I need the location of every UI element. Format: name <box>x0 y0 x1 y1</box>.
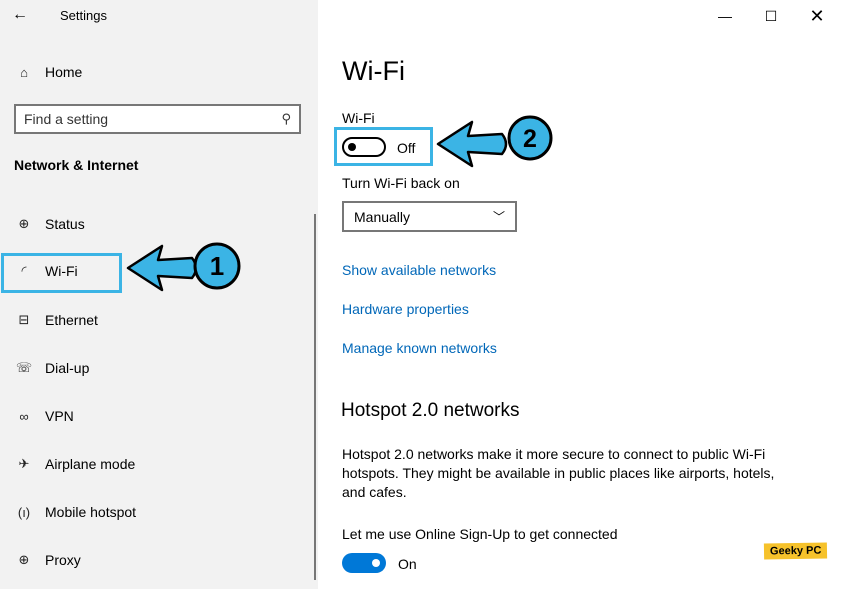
ethernet-icon: ⊟ <box>18 312 30 327</box>
globe-monitor-icon: ⊕ <box>18 216 30 231</box>
link-show-networks[interactable]: Show available networks <box>342 262 496 278</box>
highlight-box-toggle <box>334 127 433 166</box>
annotation-arrow-2: 2 <box>436 115 553 168</box>
hotspot-icon: (ı) <box>17 504 31 520</box>
back-arrow-icon[interactable]: ← <box>12 6 28 24</box>
sidebar-item-label: Proxy <box>45 552 81 568</box>
step-2-number: 2 <box>523 125 537 153</box>
sidebar-item-airplane-mode[interactable]: ✈ Airplane mode <box>14 452 136 476</box>
link-manage-networks[interactable]: Manage known networks <box>342 340 497 356</box>
step-1-number: 1 <box>210 251 224 281</box>
section-title: Network & Internet <box>14 157 139 173</box>
hotspot-description: Hotspot 2.0 networks make it more secure… <box>342 446 775 500</box>
page-title: Wi-Fi <box>342 56 405 86</box>
sidebar-item-label: Mobile hotspot <box>45 504 137 520</box>
globe-icon: ⊕ <box>18 552 30 567</box>
sidebar-item-label: Ethernet <box>45 312 98 328</box>
sidebar-item-label: VPN <box>45 408 74 424</box>
signup-toggle[interactable] <box>342 553 386 573</box>
dropdown-value: Manually <box>354 208 411 225</box>
search-input[interactable]: Find a setting ⚲ <box>14 104 301 134</box>
sidebar-item-label: Airplane mode <box>45 456 136 472</box>
airplane-icon: ✈ <box>18 456 30 471</box>
search-placeholder: Find a setting <box>24 111 109 127</box>
sidebar-item-home[interactable]: ⌂ Home <box>14 60 82 84</box>
sidebar-item-proxy[interactable]: ⊕ Proxy <box>14 548 81 572</box>
turn-back-dropdown[interactable]: Manually ﹀ <box>342 201 517 232</box>
signup-state: On <box>398 556 417 572</box>
annotation-arrow-1: 1 <box>126 242 241 292</box>
home-icon: ⌂ <box>20 64 28 80</box>
vpn-icon: ∞ <box>19 408 29 424</box>
sidebar-item-label: Dial-up <box>45 360 90 376</box>
watermark-logo: Geeky PC <box>763 542 828 560</box>
signup-label: Let me use Online Sign-Up to get connect… <box>342 526 618 542</box>
sidebar-item-label: Status <box>45 216 85 232</box>
home-label: Home <box>45 64 83 80</box>
search-icon: ⚲ <box>281 111 291 126</box>
phone-icon: ☏ <box>15 360 33 375</box>
wifi-label: Wi-Fi <box>342 110 375 126</box>
sidebar-item-vpn[interactable]: ∞ VPN <box>14 404 74 428</box>
sidebar-item-ethernet[interactable]: ⊟ Ethernet <box>14 308 98 332</box>
sidebar-item-status[interactable]: ⊕ Status <box>14 212 85 236</box>
scrollbar[interactable] <box>314 214 316 580</box>
highlight-box-wifi <box>1 253 122 293</box>
window-title: Settings <box>60 8 107 23</box>
close-icon[interactable]: ✕ <box>794 0 840 32</box>
maximize-icon[interactable]: ☐ <box>748 0 794 32</box>
link-hardware-properties[interactable]: Hardware properties <box>342 301 469 317</box>
toggle-knob <box>372 559 380 567</box>
sidebar-item-dial-up[interactable]: ☏ Dial-up <box>14 356 90 380</box>
sidebar-item-mobile-hotspot[interactable]: (ı) Mobile hotspot <box>14 500 136 524</box>
chevron-down-icon: ﹀ <box>492 210 505 224</box>
minimize-icon[interactable]: — <box>702 0 748 32</box>
hotspot-heading: Hotspot 2.0 networks <box>341 400 520 421</box>
